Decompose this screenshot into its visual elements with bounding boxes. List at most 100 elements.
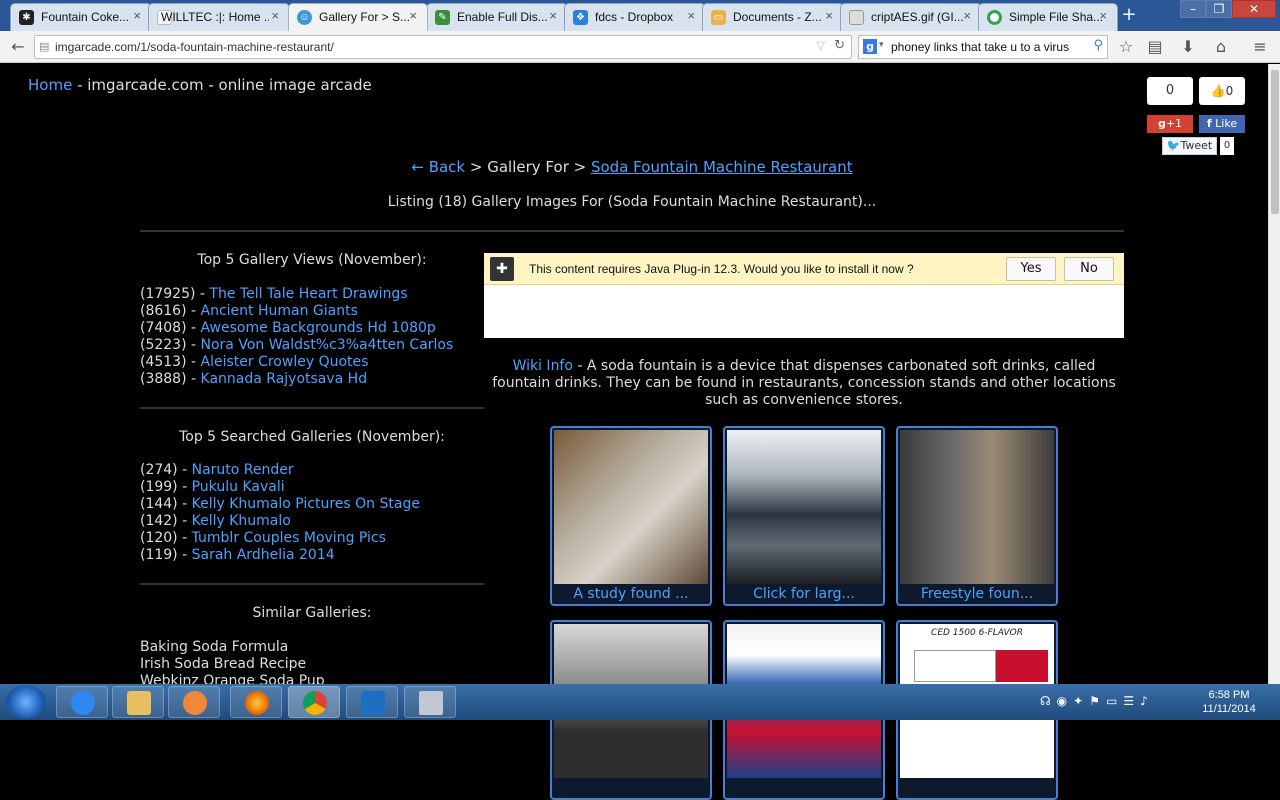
tweet-button[interactable]: 🐦Tweet	[1162, 137, 1217, 155]
close-icon[interactable]: ×	[963, 8, 971, 23]
gallery-title-link[interactable]: Soda Fountain Machine Restaurant	[591, 158, 853, 176]
tab-4[interactable]: ❖ fdcs - Dropbox ×	[564, 3, 706, 31]
new-tab-button[interactable]: +	[1118, 5, 1140, 25]
media-player-taskbar-button[interactable]	[168, 686, 220, 718]
system-tray[interactable]: ☊◉✦⚑▭☰♪	[1040, 694, 1154, 708]
close-icon[interactable]: ×	[687, 8, 695, 23]
start-orb-icon[interactable]	[6, 685, 46, 719]
wiki-description: - A soda fountain is a device that dispe…	[492, 358, 1116, 408]
tab-3[interactable]: ✎ Enable Full Dis... ×	[426, 3, 568, 31]
search-count: (142) -	[140, 513, 192, 529]
system-clock[interactable]: 6:58 PM 11/11/2014	[1194, 688, 1264, 716]
firefox-taskbar-button[interactable]	[230, 686, 282, 718]
gallery-link[interactable]: Aleister Crowley Quotes	[201, 354, 369, 370]
security-icon[interactable]: ◉	[1057, 694, 1073, 708]
close-icon[interactable]: ×	[409, 8, 417, 23]
wifi-icon[interactable]: ☰	[1123, 694, 1140, 708]
lync-icon	[361, 691, 385, 715]
gallery-link[interactable]: Sarah Ardhelia 2014	[192, 547, 335, 563]
scrollbar-thumb[interactable]	[1271, 70, 1279, 214]
close-icon[interactable]: ×	[549, 8, 557, 23]
similar-heading: Similar Galleries:	[252, 605, 372, 621]
list-item: (4513) - Aleister Crowley Quotes	[140, 354, 484, 371]
share-count: 0	[1147, 77, 1193, 105]
flag-icon[interactable]: ⚑	[1089, 694, 1106, 708]
chrome-taskbar-button[interactable]	[288, 686, 340, 718]
gallery-link[interactable]: Tumblr Couples Moving Pics	[192, 530, 386, 546]
java-infobar: ✚ This content requires Java Plug-in 12.…	[484, 253, 1124, 285]
close-icon[interactable]: ×	[133, 8, 141, 23]
tab-1[interactable]: WILLTEC :|: Home ... ×	[148, 3, 290, 31]
close-window-button[interactable]: ✕	[1232, 0, 1276, 18]
reading-list-icon[interactable]: ▤	[1145, 37, 1165, 57]
home-link[interactable]: Home	[28, 76, 72, 94]
gallery-thumbnail[interactable]: Click for larg...	[723, 426, 885, 606]
download-icon[interactable]: ⬇	[1178, 37, 1198, 57]
gallery-link[interactable]: Pukulu Kavali	[192, 479, 285, 495]
minimize-button[interactable]: –	[1180, 0, 1206, 18]
gallery-link[interactable]: The Tell Tale Heart Drawings	[209, 286, 407, 302]
back-arrow-icon[interactable]: ←	[8, 37, 28, 57]
gallery-link[interactable]: Nora Von Waldst%c3%a4tten Carlos	[201, 337, 454, 353]
browser-toolbar: ← ▤ imgarcade.com/1/soda-fountain-machin…	[0, 31, 1280, 63]
tab-6[interactable]: criptAES.gif (GI... ×	[840, 3, 982, 31]
volume-icon[interactable]: ♪	[1140, 694, 1154, 708]
reload-icon[interactable]: ↻	[834, 38, 845, 53]
tab-0[interactable]: ✱ Fountain Coke... ×	[10, 3, 152, 31]
tab-7[interactable]: Simple File Sha... ×	[978, 3, 1118, 31]
tab-2[interactable]: ☺ Gallery For > S... ×	[288, 3, 428, 31]
tab-title: WILLTEC :|: Home ...	[161, 10, 269, 24]
close-icon[interactable]: ×	[271, 8, 279, 23]
network-app-icon[interactable]: ✦	[1073, 694, 1089, 708]
tab-5[interactable]: ▭ Documents - Z... ×	[702, 3, 844, 31]
listing-text: Listing (18) Gallery Images For (Soda Fo…	[387, 194, 877, 210]
gallery-link[interactable]: Kelly Khumalo Pictures On Stage	[192, 496, 420, 512]
yes-button[interactable]: Yes	[1006, 257, 1056, 281]
similar-list: Baking Soda Formula Irish Soda Bread Rec…	[140, 639, 484, 690]
gallery-link[interactable]: Kannada Rajyotsava Hd	[201, 371, 368, 387]
gallery-link[interactable]: Kelly Khumalo	[192, 513, 291, 529]
file-explorer-taskbar-button[interactable]	[112, 686, 164, 718]
dropdown-icon[interactable]: ▽	[817, 39, 825, 52]
similar-gallery-link[interactable]: Irish Soda Bread Recipe	[140, 656, 484, 673]
list-item: (199) - Pukulu Kavali	[140, 479, 484, 496]
facebook-icon: f	[1206, 117, 1212, 130]
divider	[140, 407, 484, 409]
gplus-button[interactable]: g+1	[1147, 115, 1193, 133]
close-icon[interactable]: ×	[1099, 8, 1107, 23]
thumbnail-caption[interactable]: Click for larg...	[725, 586, 883, 602]
facebook-like-button[interactable]: f Like	[1199, 115, 1245, 133]
chevron-down-icon[interactable]: ▾	[879, 40, 884, 50]
thumbnail-caption[interactable]: Freestyle foun...	[898, 586, 1056, 602]
tweet-label: Tweet	[1180, 139, 1213, 152]
headset-icon[interactable]: ☊	[1040, 694, 1057, 708]
search-bar[interactable]: g ▾ phoney links that take u to a virus …	[858, 35, 1108, 59]
lync-taskbar-button[interactable]	[346, 686, 398, 718]
gallery-link[interactable]: Naruto Render	[192, 462, 294, 478]
menu-icon[interactable]: ≡	[1250, 37, 1270, 57]
window-taskbar-button[interactable]	[404, 686, 456, 718]
gallery-thumbnail[interactable]: A study found ...	[550, 426, 712, 606]
close-icon[interactable]: ×	[825, 8, 833, 23]
gallery-thumbnail[interactable]: Freestyle foun...	[896, 426, 1058, 606]
address-bar[interactable]: ▤ imgarcade.com/1/soda-fountain-machine-…	[34, 35, 852, 59]
internet-explorer-taskbar-button[interactable]	[56, 686, 108, 718]
like-button[interactable]: 👍0	[1199, 77, 1245, 105]
wiki-info-link[interactable]: Wiki Info	[513, 358, 573, 374]
google-icon[interactable]: g	[863, 39, 877, 54]
similar-gallery-link[interactable]: Baking Soda Formula	[140, 639, 484, 656]
display-icon[interactable]: ▭	[1106, 694, 1123, 708]
list-item: (120) - Tumblr Couples Moving Pics	[140, 530, 484, 547]
no-button[interactable]: No	[1064, 257, 1114, 281]
search-icon[interactable]: ⚲	[1093, 38, 1103, 53]
list-item: (3888) - Kannada Rajyotsava Hd	[140, 371, 484, 388]
home-icon[interactable]: ⌂	[1211, 37, 1231, 57]
maximize-button[interactable]: ❐	[1206, 0, 1232, 18]
back-link[interactable]: ← Back	[411, 158, 465, 176]
page-scrollbar[interactable]	[1268, 64, 1280, 684]
gallery-link[interactable]: Awesome Backgrounds Hd 1080p	[201, 320, 436, 336]
wiki-info: Wiki Info - A soda fountain is a device …	[484, 358, 1124, 409]
thumbnail-caption[interactable]: A study found ...	[552, 586, 710, 602]
star-icon[interactable]: ☆	[1116, 37, 1136, 57]
gallery-link[interactable]: Ancient Human Giants	[201, 303, 358, 319]
